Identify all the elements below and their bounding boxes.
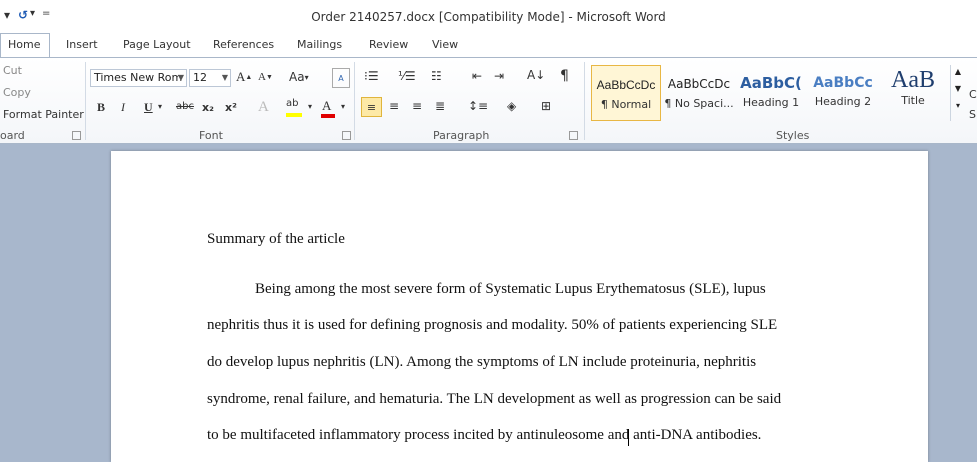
multilevel-list-icon[interactable]: ☷ — [431, 69, 442, 83]
shrink-font-button[interactable]: A ▼ — [258, 71, 273, 83]
tab-mailings[interactable]: Mailings — [297, 38, 342, 51]
scroll-up-icon[interactable]: ▲ — [951, 67, 965, 76]
change-styles-button[interactable]: C — [969, 88, 977, 101]
style-normal[interactable]: AaBbCcDc ¶ Normal — [591, 65, 661, 121]
chevron-down-icon: ▼ — [177, 73, 184, 82]
font-group-label: Font — [199, 129, 223, 142]
justify-button[interactable]: ≣ — [435, 99, 445, 113]
highlight-color-bar — [286, 113, 302, 117]
chevron-down-icon: ▼ — [221, 73, 228, 82]
style-heading-2[interactable]: AaBbCc Heading 2 — [808, 65, 878, 121]
clipboard-group-label: oard — [0, 129, 25, 142]
bold-button[interactable]: B — [97, 100, 105, 115]
text-effects-icon[interactable]: A — [258, 99, 269, 116]
borders-icon[interactable]: ⊞ — [541, 99, 551, 113]
style-label: ¶ No Spaci... — [664, 97, 734, 110]
style-heading-1[interactable]: AaBbC( Heading 1 — [736, 65, 806, 121]
separator — [354, 62, 355, 140]
sort-icon[interactable]: A↓ — [527, 68, 545, 82]
strikethrough-button[interactable]: abc — [176, 101, 194, 112]
change-case-button[interactable]: Aa ▾ — [289, 70, 309, 84]
scroll-down-icon[interactable]: ▼ — [951, 84, 965, 93]
tab-page-layout[interactable]: Page Layout — [123, 38, 191, 51]
tab-home[interactable]: Home — [8, 38, 40, 51]
style-title[interactable]: AaB Title — [878, 65, 948, 121]
style-preview: AaBbC( — [740, 74, 802, 92]
align-right-button[interactable]: ≡ — [412, 99, 422, 113]
show-hide-icon[interactable]: ¶ — [560, 68, 569, 84]
numbering-icon[interactable]: ⅟☰ — [398, 69, 416, 83]
cut-button[interactable]: Cut — [3, 64, 22, 77]
style-preview: AaBbCc — [813, 75, 873, 91]
separator — [584, 62, 585, 140]
paragraph-line: syndrome, renal failure, and hematuria. … — [207, 391, 782, 407]
highlight-icon[interactable]: ab — [286, 98, 298, 109]
text-cursor — [628, 429, 629, 446]
font-launcher-icon[interactable] — [342, 131, 351, 140]
underline-dropdown-icon[interactable]: ▾ — [158, 102, 162, 111]
font-color-bar — [321, 114, 335, 118]
styles-group-label: Styles — [776, 129, 810, 142]
copy-button[interactable]: Copy — [3, 86, 31, 99]
clipboard-launcher-icon[interactable] — [72, 131, 81, 140]
tab-insert[interactable]: Insert — [66, 38, 98, 51]
italic-button[interactable]: I — [121, 100, 125, 115]
tab-review[interactable]: Review — [369, 38, 408, 51]
title-bar: ▾ ↺ ▾ = Order 2140257.docx [Compatibilit… — [0, 0, 977, 33]
font-name-dropdown[interactable]: Times New Rom ▼ — [90, 69, 187, 87]
style-label: Heading 2 — [814, 95, 872, 108]
document-heading: Summary of the article — [207, 231, 345, 247]
superscript-button[interactable]: x² — [225, 101, 237, 114]
paragraph-line: nephritis thus it is used for defining p… — [207, 317, 778, 333]
increase-indent-icon[interactable]: ⇥ — [494, 69, 504, 83]
styles-scroll[interactable]: ▲ ▼ ▾ — [950, 65, 965, 121]
style-preview: AaB — [891, 67, 935, 93]
change-styles-sub[interactable]: S — [969, 108, 976, 121]
style-label: ¶ Normal — [600, 98, 652, 111]
clear-formatting-icon[interactable]: A — [332, 68, 350, 88]
style-label: Title — [901, 94, 925, 107]
format-painter-button[interactable]: Format Painter — [3, 108, 84, 121]
style-label: Heading 1 — [742, 96, 800, 109]
align-center-button[interactable]: ≡ — [389, 99, 399, 113]
highlight-dropdown-icon[interactable]: ▾ — [308, 102, 312, 111]
tab-references[interactable]: References — [213, 38, 274, 51]
paragraph-line: do develop lupus nephritis (LN). Among t… — [207, 354, 757, 370]
document-page[interactable]: Summary of the article Being among the m… — [111, 151, 928, 462]
ribbon: Cut Copy Format Painter oard Times New R… — [0, 57, 977, 144]
font-size-value: 12 — [193, 71, 207, 84]
grow-font-button[interactable]: A ▲ — [236, 69, 252, 85]
style-preview: AaBbCcDc — [667, 77, 731, 91]
paragraph-launcher-icon[interactable] — [569, 131, 578, 140]
window-title: Order 2140257.docx [Compatibility Mode] … — [311, 10, 666, 24]
ribbon-tabs: Home Insert Page Layout References Maili… — [0, 33, 977, 57]
paragraph-line: Being among the most severe form of Syst… — [255, 281, 766, 297]
decrease-indent-icon[interactable]: ⇤ — [472, 69, 482, 83]
align-left-button[interactable]: ≡ — [361, 97, 382, 117]
font-name-value: Times New Rom — [94, 71, 183, 84]
separator — [85, 62, 86, 140]
subscript-button[interactable]: x₂ — [202, 101, 214, 114]
style-no-spacing[interactable]: AaBbCcDc ¶ No Spaci... — [664, 65, 734, 121]
shading-icon[interactable]: ◈ — [507, 99, 516, 113]
paragraph-line: to be multifaceted inflammatory process … — [207, 427, 762, 443]
bullets-icon[interactable]: ⁝☰ — [364, 69, 379, 83]
font-size-dropdown[interactable]: 12 ▼ — [189, 69, 231, 87]
tab-view[interactable]: View — [432, 38, 458, 51]
paragraph-group-label: Paragraph — [433, 129, 490, 142]
style-preview: AaBbCcDc — [596, 78, 656, 92]
font-color-icon[interactable]: A — [322, 98, 331, 114]
underline-button[interactable]: U — [144, 100, 153, 115]
line-spacing-icon[interactable]: ↕≡ — [468, 99, 488, 113]
font-color-dropdown-icon[interactable]: ▾ — [341, 102, 345, 111]
more-styles-icon[interactable]: ▾ — [951, 101, 965, 110]
